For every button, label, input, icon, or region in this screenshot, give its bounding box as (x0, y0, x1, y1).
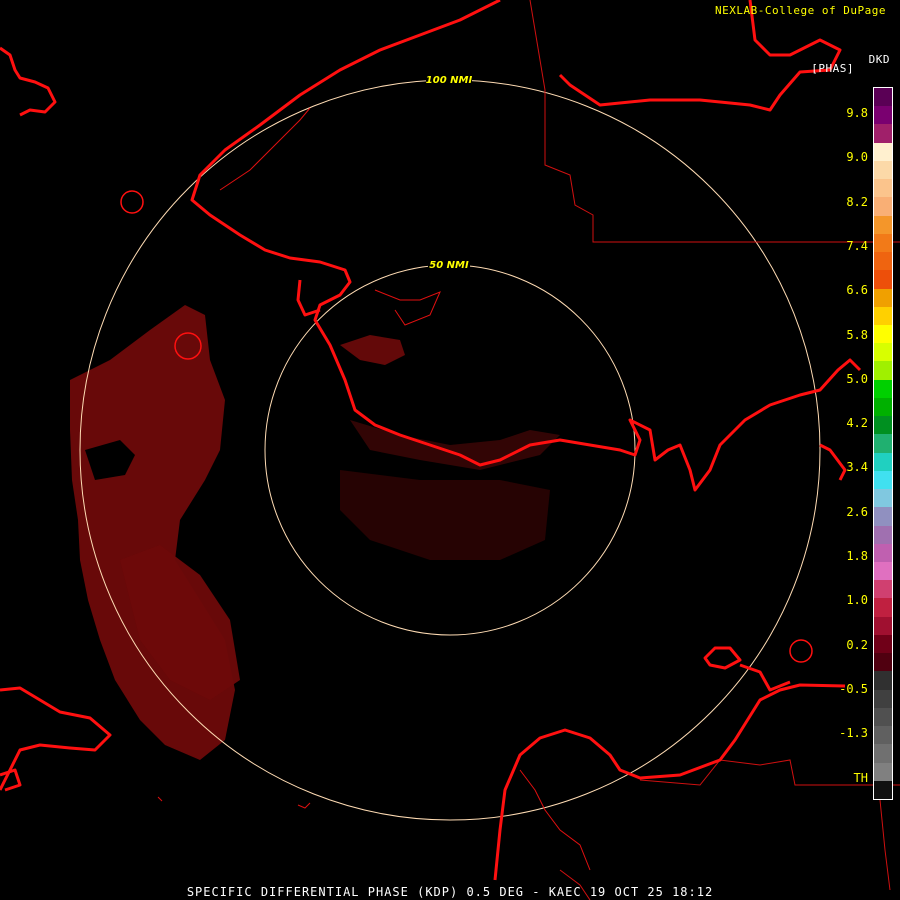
color-scale-swatch (874, 653, 892, 672)
coast-detail-south (519, 769, 591, 871)
color-scale-swatch (874, 507, 892, 527)
coast-east-lagoon (703, 646, 742, 670)
color-scale-swatch (874, 343, 892, 362)
color-scale-swatch (874, 598, 892, 618)
border-lines (529, 0, 900, 900)
ring-50-label: 50 NMI (429, 260, 469, 271)
color-scale-tick: 8.2 (846, 194, 868, 209)
color-scale-tick: 6.6 (846, 283, 868, 298)
color-scale-tick: -0.5 (839, 681, 868, 696)
color-scale-tick: TH (853, 770, 868, 785)
color-scale-tick: 3.4 (846, 460, 868, 475)
coast-north (190, 0, 862, 492)
color-scale-tick: 5.8 (846, 327, 868, 342)
color-scale-swatch (874, 671, 892, 691)
border-north (529, 0, 900, 243)
color-scale-swatch (874, 325, 892, 344)
shoal-south-west-2 (157, 796, 163, 802)
radar-map: 100 NMI 50 NMI (0, 0, 900, 900)
color-scale-swatch (874, 215, 892, 235)
color-scale-swatch (874, 780, 892, 800)
color-scale-swatch (874, 106, 892, 125)
color-scale-swatch (874, 197, 892, 217)
color-scale-swatch (874, 762, 892, 782)
coast-east-inlet (819, 443, 847, 481)
color-scale-swatch (874, 707, 892, 727)
color-scale-tick: 9.0 (846, 150, 868, 165)
color-scale-swatch (874, 252, 892, 271)
color-scale-swatch (874, 361, 892, 381)
ring-100-label: 100 NMI (426, 75, 473, 86)
color-scale-tick: 5.0 (846, 371, 868, 386)
shoal-south-west (297, 802, 311, 809)
product-code: DKD (868, 53, 890, 66)
units-label: [PHAS] (811, 62, 854, 75)
color-scale-swatch (874, 160, 892, 180)
color-scale-swatch (874, 616, 892, 636)
credit-label: NEXLAB-College of DuPage (715, 4, 886, 17)
color-scale-swatch (874, 124, 892, 144)
coast-detail-bay (374, 289, 441, 326)
echo-bay (340, 335, 405, 365)
color-scale-swatch (874, 270, 892, 290)
color-scale-swatch (874, 397, 892, 417)
color-scale-swatch (874, 744, 892, 764)
color-scale-swatch (874, 434, 892, 454)
color-scale-tick: 1.8 (846, 549, 868, 563)
color-scale-swatch (874, 634, 892, 654)
color-scale-swatch (874, 543, 892, 563)
product-caption: SPECIFIC DIFFERENTIAL PHASE (KDP) 0.5 DE… (186, 885, 714, 899)
color-scale-tick: 2.6 (846, 504, 868, 519)
border-east-edge (879, 799, 891, 891)
color-scale-tick: 7.4 (846, 238, 868, 253)
coast-west-island (0, 46, 57, 117)
coast-east-shore (739, 663, 791, 692)
color-scale-swatch (874, 88, 892, 107)
echo-layer (70, 305, 560, 760)
color-scale-tick: 1.0 (846, 593, 868, 608)
color-scale-swatch (874, 233, 892, 253)
color-scale-swatch (874, 525, 892, 545)
color-scale-swatch (874, 689, 892, 709)
color-scale-swatch (874, 142, 892, 162)
color-scale-swatch (874, 580, 892, 599)
color-scale-tick: 0.2 (846, 637, 868, 652)
lake-west (120, 190, 144, 214)
color-scale-swatch (874, 379, 892, 399)
color-scale-swatch (874, 470, 892, 490)
color-scale-tick: 4.2 (846, 416, 868, 431)
color-scale-tick: 9.8 (846, 106, 868, 120)
color-scale-swatch (874, 562, 892, 581)
color-scale-swatch (874, 416, 892, 435)
color-scale-swatch (874, 288, 892, 308)
color-scale-swatch (874, 452, 892, 472)
lake-east (789, 639, 813, 663)
color-scale-swatch (874, 726, 892, 745)
color-scale-swatch (874, 306, 892, 326)
color-scale-bar (873, 87, 893, 800)
echo-south-scatter (340, 470, 550, 560)
color-scale-tick: -1.3 (839, 726, 868, 741)
color-scale-swatch (874, 489, 892, 508)
color-scale-swatch (874, 179, 892, 198)
coast-bay-inlet (296, 279, 321, 317)
